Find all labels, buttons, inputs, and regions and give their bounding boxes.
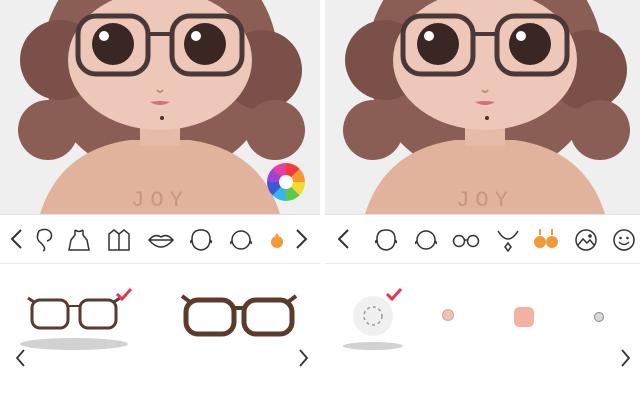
crystal-stud-icon <box>594 312 604 322</box>
category-necklace[interactable] <box>493 225 523 255</box>
chevron-left-icon <box>10 229 22 249</box>
chevron-left-icon <box>337 229 349 249</box>
option-small-stud[interactable] <box>441 308 455 322</box>
avatar-illustration: JOY <box>325 0 640 214</box>
selected-check-icon <box>385 287 403 306</box>
glasses-icon <box>452 234 480 248</box>
left-screen: JOY <box>0 0 320 400</box>
category-jacket[interactable] <box>104 225 134 255</box>
color-wheel-button[interactable] <box>267 163 305 201</box>
none-icon <box>363 306 383 326</box>
necklace-icon <box>497 230 519 253</box>
option-square-stud[interactable] <box>513 306 535 328</box>
category-background[interactable] <box>571 225 601 255</box>
dress-icon <box>68 229 90 251</box>
category-face[interactable] <box>411 225 441 255</box>
category-dress[interactable] <box>64 225 94 255</box>
small-stud-icon <box>442 309 454 321</box>
selected-check-icon <box>115 287 133 306</box>
category-lips[interactable] <box>146 225 176 255</box>
option-glasses-thin[interactable] <box>26 292 122 336</box>
face-icon <box>414 230 438 250</box>
accessory-icon <box>271 233 283 248</box>
category-accessory[interactable] <box>262 225 292 255</box>
chevron-right-icon <box>296 229 308 249</box>
option-glasses-thick[interactable] <box>180 292 298 340</box>
options-next-arrow[interactable] <box>296 346 312 370</box>
color-wheel-center <box>279 175 293 189</box>
avatar-preview: JOY <box>0 0 320 214</box>
category-next-arrow[interactable] <box>292 225 312 253</box>
option-crystal-stud[interactable] <box>593 310 605 322</box>
options-prev-arrow[interactable] <box>12 346 28 370</box>
face-icon <box>229 230 253 250</box>
category-hair[interactable] <box>30 225 60 255</box>
category-glasses[interactable] <box>451 225 481 255</box>
chevron-right-icon <box>621 349 631 367</box>
category-emoji[interactable] <box>609 225 639 255</box>
shirt-text: JOY <box>131 188 189 213</box>
background-icon <box>575 229 597 251</box>
emoji-icon <box>613 229 635 251</box>
selection-shadow <box>343 342 403 350</box>
selection-shadow <box>20 338 128 350</box>
square-stud-icon <box>514 307 534 327</box>
glasses-thin-icon <box>27 296 121 330</box>
chevron-left-icon <box>15 349 25 367</box>
category-head[interactable] <box>186 225 216 255</box>
lips-icon <box>148 234 174 248</box>
head-icon <box>189 229 213 251</box>
category-bar <box>0 214 320 264</box>
jacket-icon <box>108 229 130 251</box>
avatar-preview: JOY <box>325 0 640 214</box>
glasses-thick-icon <box>180 294 298 337</box>
right-screen: JOY <box>325 0 640 400</box>
shirt-text: JOY <box>456 188 514 213</box>
hair-icon <box>36 228 53 252</box>
category-bar <box>325 214 640 264</box>
chevron-right-icon <box>299 349 309 367</box>
earrings-icon <box>534 229 558 248</box>
options-next-arrow[interactable] <box>618 346 634 370</box>
category-face[interactable] <box>226 225 256 255</box>
category-prev-arrow[interactable] <box>6 225 26 253</box>
category-earrings[interactable] <box>531 225 561 255</box>
head-icon <box>374 229 398 251</box>
category-prev-arrow[interactable] <box>333 225 353 253</box>
category-head[interactable] <box>371 225 401 255</box>
